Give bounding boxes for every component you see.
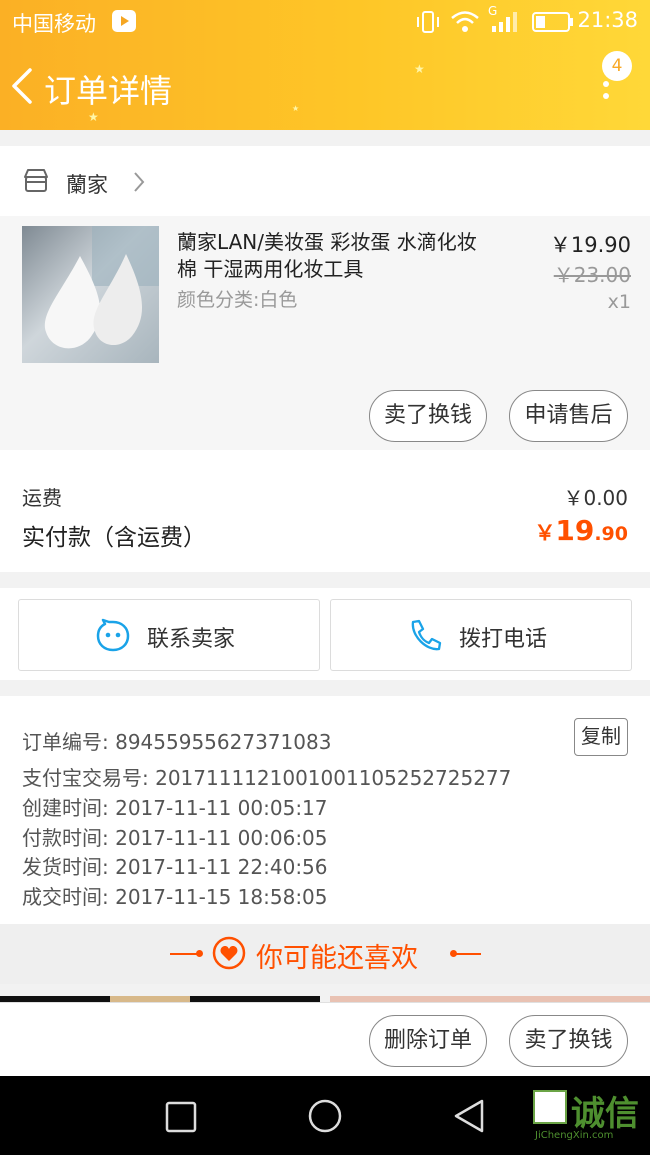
left-dot-decoration	[196, 950, 203, 957]
copy-order-number-button[interactable]: 复制	[574, 718, 628, 756]
back-icon[interactable]	[452, 1098, 486, 1138]
order-number: 订单编号: 89455955627371083	[22, 730, 332, 754]
more-options-icon[interactable]	[598, 78, 614, 108]
order-product-card: 蘭家 蘭家LAN/美妆蛋 彩妆蛋 水滴化妆 棉 干湿两用化妆工具 颜色分类:白色…	[0, 146, 650, 450]
chevron-right-icon	[132, 170, 146, 198]
right-line-decoration	[453, 953, 481, 955]
product-thumbnail	[22, 226, 159, 363]
header-bar: 中国移动 G 21:38 ★ ★ ★ 订单详情 4	[0, 0, 650, 130]
carrier-name: 中国移动	[12, 12, 96, 36]
shipping-value: ￥0.00	[563, 486, 628, 510]
system-navigation-bar: 诚信 JiChengXin.com	[0, 1076, 650, 1155]
product-variant: 颜色分类:白色	[177, 289, 298, 311]
sell-exchange-button[interactable]: 卖了换钱	[509, 1015, 628, 1067]
wifi-icon	[450, 9, 480, 39]
status-time: 21:38	[577, 8, 638, 32]
watermark-text: 诚信	[571, 1094, 639, 1134]
app-notification-icon	[112, 10, 136, 32]
sell-exchange-button[interactable]: 卖了换钱	[369, 390, 487, 442]
alipay-trade-number: 支付宝交易号: 2017111121001001105252725277	[22, 766, 512, 790]
message-count-badge[interactable]: 4	[602, 51, 632, 81]
decor-star: ★	[88, 110, 99, 124]
product-title: 蘭家LAN/美妆蛋 彩妆蛋 水滴化妆 棉 干湿两用化妆工具	[177, 229, 477, 283]
contact-seller-button[interactable]: 联系卖家	[18, 599, 320, 671]
recommend-title: 你可能还喜欢	[256, 943, 418, 974]
phone-icon	[407, 618, 443, 658]
total-integer: 19	[555, 514, 595, 547]
total-currency: ￥	[534, 521, 556, 545]
watermark-subtext: JiChengXin.com	[535, 1130, 614, 1141]
home-icon[interactable]	[307, 1098, 343, 1138]
back-arrow-icon[interactable]	[8, 66, 38, 106]
shop-name: 蘭家	[66, 173, 108, 197]
product-price: ￥19.90	[549, 233, 631, 257]
call-phone-label: 拨打电话	[459, 627, 548, 652]
total-amount: ￥19.90	[534, 514, 628, 547]
paid-time: 付款时间: 2017-11-11 00:06:05	[22, 826, 328, 850]
apply-after-sale-button[interactable]: 申请售后	[509, 390, 628, 442]
payment-summary: 运费 ￥0.00 实付款（含运费） ￥19.90	[0, 450, 650, 572]
watermark-seal-icon	[533, 1090, 567, 1124]
product-original-price: ￥23.00	[553, 263, 631, 287]
chat-icon	[95, 618, 131, 658]
shipping-label: 运费	[22, 486, 62, 510]
bottom-action-bar: 删除订单 卖了换钱	[0, 1002, 650, 1077]
contact-seller-label: 联系卖家	[147, 627, 236, 652]
product-row[interactable]: 蘭家LAN/美妆蛋 彩妆蛋 水滴化妆 棉 干湿两用化妆工具 颜色分类:白色 ￥1…	[0, 216, 650, 450]
product-quantity: x1	[607, 291, 631, 313]
product-title-line: 棉 干湿两用化妆工具	[177, 257, 364, 281]
status-bar: 中国移动 G 21:38	[0, 0, 650, 44]
order-info-section: 订单编号: 89455955627371083 支付宝交易号: 20171111…	[0, 696, 650, 924]
watermark-logo: 诚信 JiChengXin.com	[533, 1088, 648, 1150]
created-time: 创建时间: 2017-11-11 00:05:17	[22, 796, 328, 820]
heart-icon	[212, 936, 246, 974]
product-title-line: 蘭家LAN/美妆蛋 彩妆蛋 水滴化妆	[177, 230, 477, 254]
delete-order-button[interactable]: 删除订单	[369, 1015, 487, 1067]
recommend-header: 你可能还喜欢	[0, 924, 650, 984]
total-decimal: .90	[594, 523, 628, 545]
store-icon	[22, 167, 50, 199]
battery-icon	[532, 11, 574, 37]
decor-star: ★	[414, 62, 425, 76]
total-label: 实付款（含运费）	[22, 525, 206, 551]
completed-time: 成交时间: 2017-11-15 18:58:05	[22, 885, 328, 909]
vibrate-icon	[414, 9, 442, 39]
signal-icon	[490, 10, 518, 38]
shipped-time: 发货时间: 2017-11-11 22:40:56	[22, 855, 328, 879]
shop-row[interactable]: 蘭家	[0, 146, 650, 216]
call-phone-button[interactable]: 拨打电话	[330, 599, 632, 671]
recent-apps-icon[interactable]	[165, 1101, 197, 1137]
decor-star: ★	[292, 104, 300, 113]
page-title: 订单详情	[44, 72, 173, 110]
